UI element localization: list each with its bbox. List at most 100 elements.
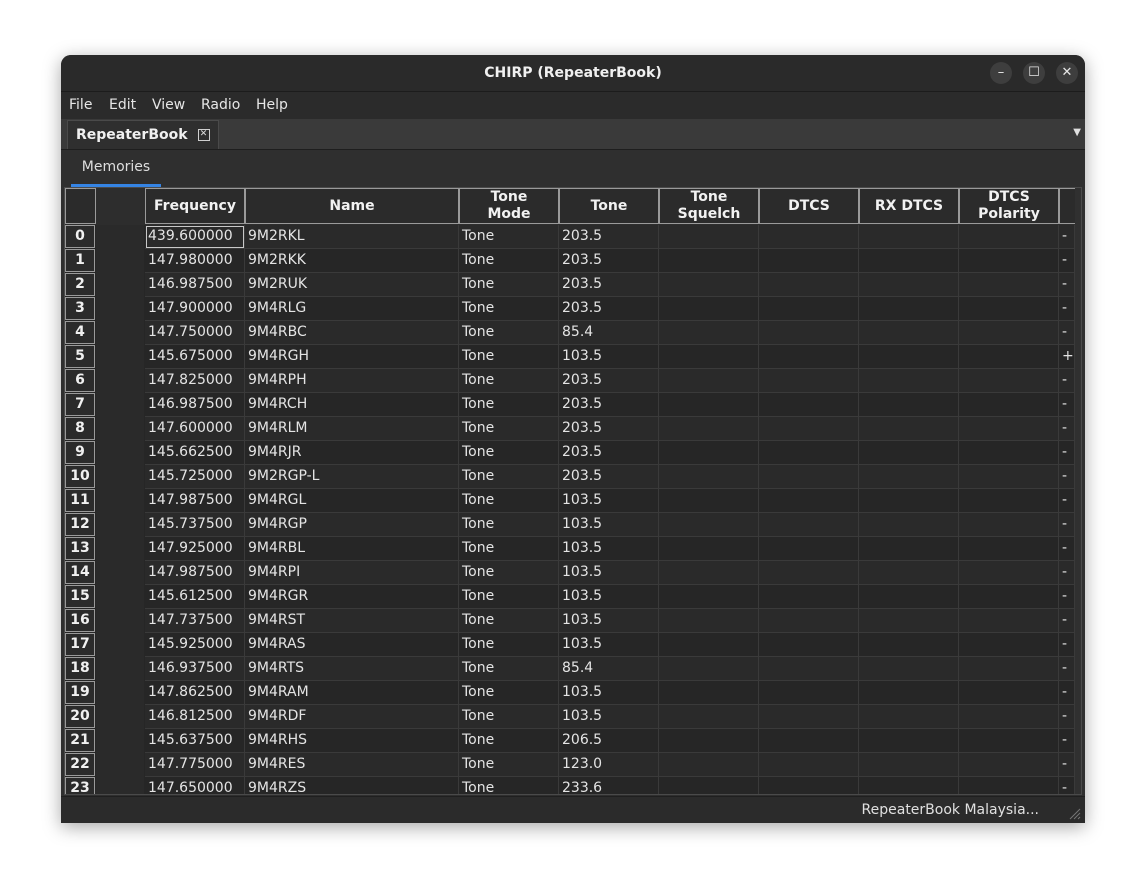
cell-tone[interactable]: 233.6 (559, 777, 659, 794)
cell-tone-squelch[interactable] (659, 249, 759, 273)
cell-tone-squelch[interactable] (659, 225, 759, 249)
corner-header[interactable] (65, 188, 96, 224)
cell-tone-mode[interactable]: Tone (459, 705, 559, 729)
cell-dtcs-polarity[interactable] (959, 777, 1059, 794)
cell-tone-squelch[interactable] (659, 705, 759, 729)
cell-dtcs[interactable] (759, 369, 859, 393)
cell-name[interactable]: 9M2RUK (245, 273, 459, 297)
row-header[interactable]: 8 (65, 417, 95, 440)
cell-dtcs-polarity[interactable] (959, 513, 1059, 537)
cell-dtcs[interactable] (759, 753, 859, 777)
cell-rx-dtcs[interactable] (859, 489, 959, 513)
cell-frequency[interactable]: 147.825000 (145, 369, 245, 393)
cell-tone-mode[interactable]: Tone (459, 273, 559, 297)
cell-tone-squelch[interactable] (659, 537, 759, 561)
menu-help[interactable]: Help (256, 92, 288, 118)
cell-tone[interactable]: 85.4 (559, 657, 659, 681)
cell-rx-dtcs[interactable] (859, 753, 959, 777)
table-row[interactable]: 8 147.600000 9M4RLM Tone 203.5 - (65, 417, 1081, 441)
column-header-dtcs-polarity[interactable]: DTCS Polarity (959, 188, 1059, 224)
cell-dtcs[interactable] (759, 537, 859, 561)
cell-rx-dtcs[interactable] (859, 705, 959, 729)
table-row[interactable]: 15 145.612500 9M4RGR Tone 103.5 - (65, 585, 1081, 609)
cell-dtcs-polarity[interactable] (959, 729, 1059, 753)
cell-dtcs[interactable] (759, 417, 859, 441)
cell-tone[interactable]: 203.5 (559, 369, 659, 393)
table-row[interactable]: 5 145.675000 9M4RGH Tone 103.5 + (65, 345, 1081, 369)
table-row[interactable]: 12 145.737500 9M4RGP Tone 103.5 - (65, 513, 1081, 537)
cell-duplex[interactable]: - (1059, 753, 1075, 777)
cell-name[interactable]: 9M4RPH (245, 369, 459, 393)
cell-tone[interactable]: 103.5 (559, 489, 659, 513)
cell-tone[interactable]: 103.5 (559, 633, 659, 657)
cell-tone-mode[interactable]: Tone (459, 729, 559, 753)
cell-tone-mode[interactable]: Tone (459, 393, 559, 417)
cell-rx-dtcs[interactable] (859, 249, 959, 273)
cell-dtcs-polarity[interactable] (959, 657, 1059, 681)
cell-tone-squelch[interactable] (659, 441, 759, 465)
cell-tone-mode[interactable]: Tone (459, 369, 559, 393)
cell-dtcs-polarity[interactable] (959, 465, 1059, 489)
cell-tone[interactable]: 103.5 (559, 585, 659, 609)
cell-duplex[interactable]: - (1059, 705, 1075, 729)
cell-duplex[interactable]: - (1059, 513, 1075, 537)
cell-tone[interactable]: 103.5 (559, 537, 659, 561)
minimize-button[interactable]: – (990, 62, 1012, 84)
cell-name[interactable]: 9M4RGH (245, 345, 459, 369)
cell-tone-squelch[interactable] (659, 297, 759, 321)
cell-frequency[interactable]: 146.812500 (145, 705, 245, 729)
column-header-tone-squelch[interactable]: Tone Squelch (659, 188, 759, 224)
cell-duplex[interactable]: - (1059, 657, 1075, 681)
cell-dtcs[interactable] (759, 489, 859, 513)
cell-tone-squelch[interactable] (659, 777, 759, 794)
cell-duplex[interactable]: - (1059, 441, 1075, 465)
cell-frequency[interactable]: 146.937500 (145, 657, 245, 681)
cell-dtcs[interactable] (759, 297, 859, 321)
cell-name[interactable]: 9M4RAS (245, 633, 459, 657)
row-header[interactable]: 13 (65, 537, 95, 560)
cell-frequency[interactable]: 145.612500 (145, 585, 245, 609)
cell-tone[interactable]: 203.5 (559, 273, 659, 297)
cell-tone[interactable]: 103.5 (559, 513, 659, 537)
cell-tone[interactable]: 103.5 (559, 345, 659, 369)
cell-duplex[interactable]: - (1059, 465, 1075, 489)
cell-tone-mode[interactable]: Tone (459, 657, 559, 681)
table-row[interactable]: 0 439.600000 9M2RKL Tone 203.5 - (65, 225, 1081, 249)
cell-tone-squelch[interactable] (659, 585, 759, 609)
cell-dtcs[interactable] (759, 705, 859, 729)
table-row[interactable]: 1 147.980000 9M2RKK Tone 203.5 - (65, 249, 1081, 273)
cell-frequency[interactable]: 439.600000 (145, 225, 245, 249)
cell-dtcs[interactable] (759, 441, 859, 465)
cell-dtcs[interactable] (759, 273, 859, 297)
row-header[interactable]: 2 (65, 273, 95, 296)
cell-frequency[interactable]: 145.925000 (145, 633, 245, 657)
cell-tone-squelch[interactable] (659, 489, 759, 513)
cell-tone-mode[interactable]: Tone (459, 681, 559, 705)
cell-dtcs[interactable] (759, 249, 859, 273)
cell-duplex[interactable]: - (1059, 729, 1075, 753)
table-row[interactable]: 18 146.937500 9M4RTS Tone 85.4 - (65, 657, 1081, 681)
maximize-button[interactable]: ☐ (1023, 62, 1045, 84)
tab-memories[interactable]: Memories (71, 150, 161, 187)
cell-tone-mode[interactable]: Tone (459, 345, 559, 369)
cell-tone[interactable]: 203.5 (559, 393, 659, 417)
cell-rx-dtcs[interactable] (859, 777, 959, 794)
cell-tone-mode[interactable]: Tone (459, 225, 559, 249)
cell-dtcs-polarity[interactable] (959, 393, 1059, 417)
cell-name[interactable]: 9M4RLM (245, 417, 459, 441)
cell-dtcs-polarity[interactable] (959, 297, 1059, 321)
cell-frequency[interactable]: 147.775000 (145, 753, 245, 777)
row-header[interactable]: 4 (65, 321, 95, 344)
cell-tone[interactable]: 203.5 (559, 441, 659, 465)
table-row[interactable]: 19 147.862500 9M4RAM Tone 103.5 - (65, 681, 1081, 705)
cell-name[interactable]: 9M4RHS (245, 729, 459, 753)
row-header[interactable]: 3 (65, 297, 95, 320)
row-header[interactable]: 6 (65, 369, 95, 392)
cell-name[interactable]: 9M2RKL (245, 225, 459, 249)
cell-dtcs[interactable] (759, 225, 859, 249)
cell-dtcs-polarity[interactable] (959, 273, 1059, 297)
cell-name[interactable]: 9M4RPI (245, 561, 459, 585)
cell-duplex[interactable]: - (1059, 321, 1075, 345)
row-header[interactable]: 10 (65, 465, 95, 488)
row-header[interactable]: 0 (65, 225, 95, 248)
